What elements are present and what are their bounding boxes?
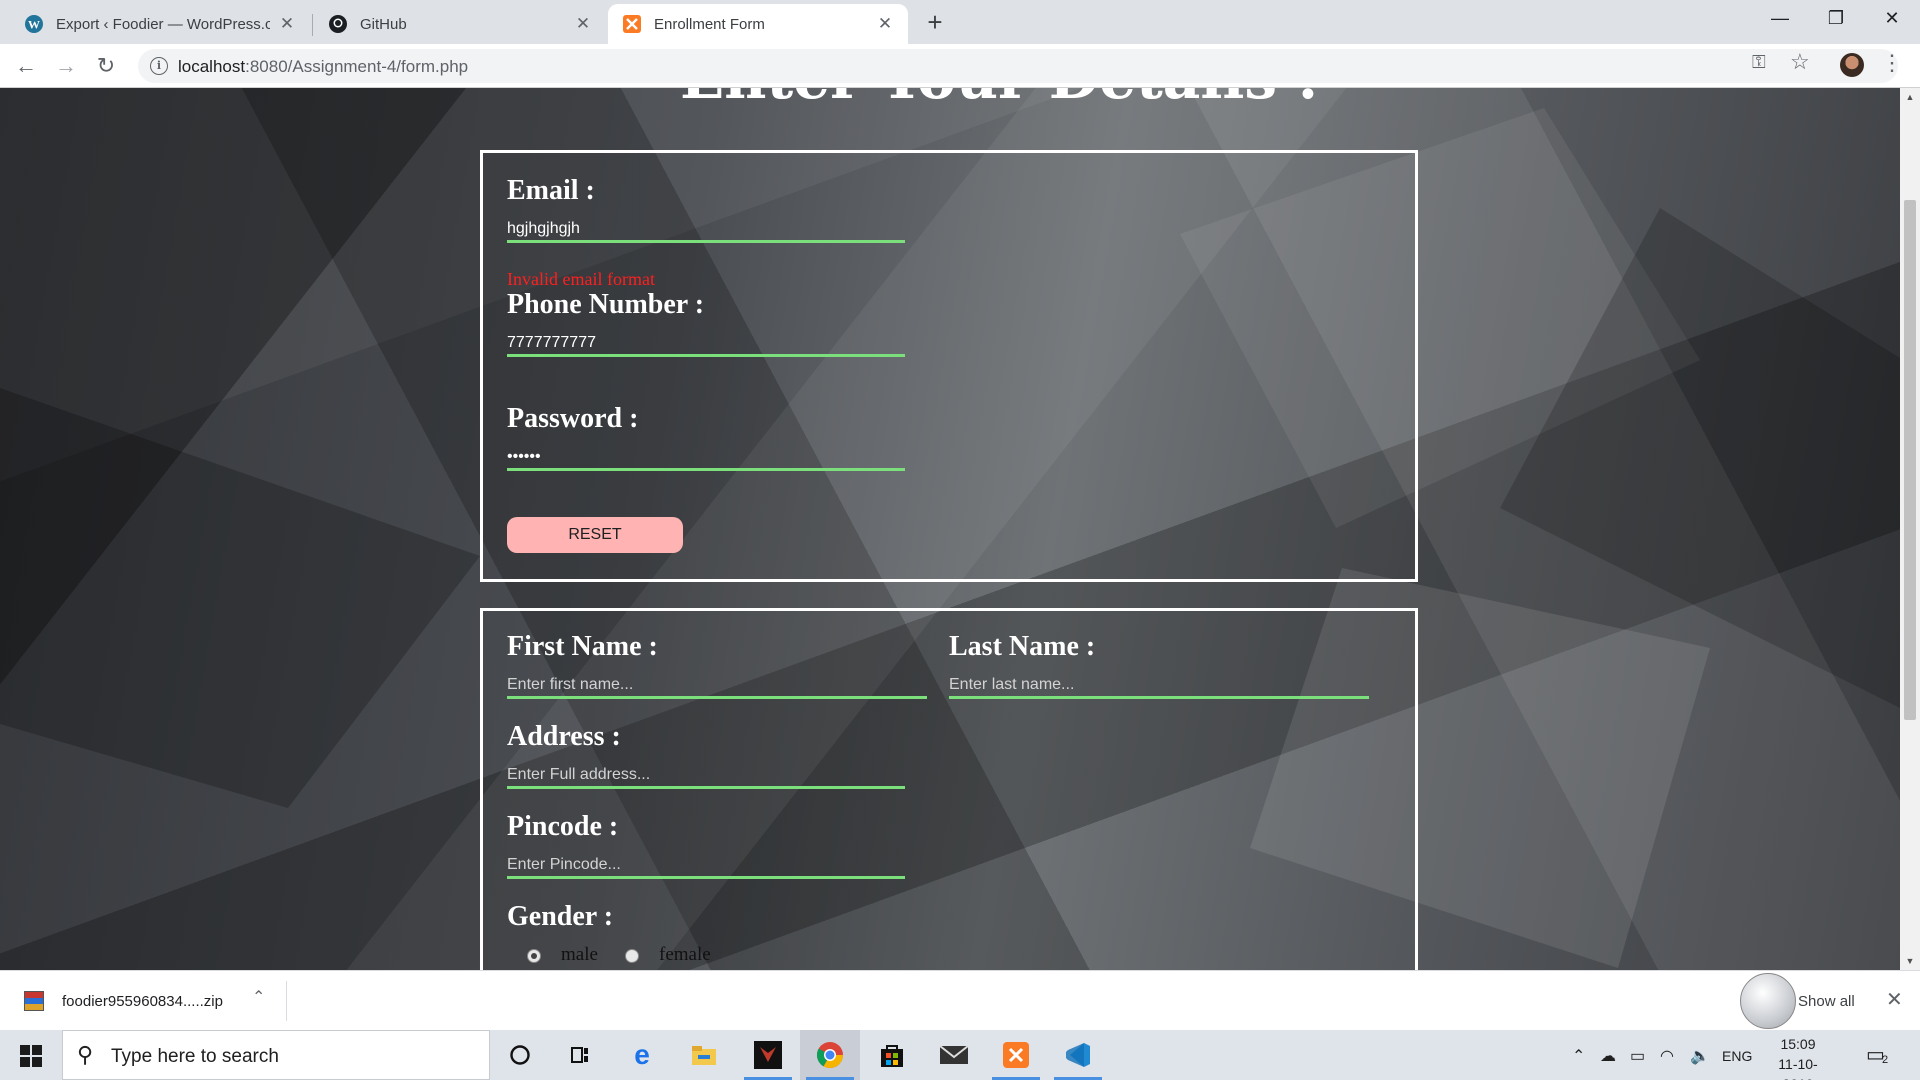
tab-title: Export ‹ Foodier — WordPress.com [56, 15, 270, 33]
svg-text:W: W [28, 18, 40, 32]
phone-label: Phone Number : [507, 289, 705, 320]
page-heading: Enter Your Details : [680, 88, 1319, 112]
github-icon [328, 14, 348, 34]
xampp-icon [622, 14, 642, 34]
cortana-icon[interactable] [490, 1030, 550, 1080]
svg-text:e: e [634, 1041, 650, 1069]
system-clock[interactable]: 15:09 11-10-2019 [1768, 1034, 1828, 1080]
background-facet [0, 388, 480, 808]
site-info-icon[interactable]: i [150, 57, 168, 75]
new-tab-icon[interactable]: + [920, 8, 950, 38]
file-explorer-icon[interactable] [674, 1030, 734, 1080]
tab-strip: W Export ‹ Foodier — WordPress.com ✕ Git… [0, 0, 1920, 44]
xampp-icon[interactable] [986, 1030, 1046, 1080]
tab-separator [312, 14, 313, 36]
shelf-divider [286, 981, 287, 1021]
close-window-icon[interactable]: ✕ [1864, 0, 1920, 36]
tab-title: GitHub [360, 15, 407, 33]
close-tab-icon[interactable]: ✕ [876, 14, 894, 34]
store-icon[interactable] [862, 1030, 922, 1080]
search-icon: ⚲ [77, 1042, 94, 1067]
gender-label: Gender : [507, 901, 614, 932]
show-hidden-icons-icon[interactable]: ⌃ [1572, 1046, 1585, 1066]
windows-taskbar: ⚲ Type here to search e ⌃ ☁ ▭ ◠ 🔈 ENG 15… [0, 1030, 1920, 1080]
scrollbar-thumb[interactable] [1904, 200, 1916, 720]
mail-icon[interactable] [924, 1030, 984, 1080]
chrome-icon[interactable] [800, 1030, 860, 1080]
tab-wordpress-export[interactable]: W Export ‹ Foodier — WordPress.com ✕ [10, 4, 310, 44]
volume-icon[interactable]: 🔈 [1690, 1046, 1710, 1066]
last-name-label: Last Name : [949, 631, 1096, 662]
back-icon[interactable]: ← [10, 50, 42, 82]
pincode-label: Pincode : [507, 811, 619, 842]
email-field[interactable] [507, 217, 905, 243]
scroll-up-icon[interactable]: ▲ [1904, 92, 1916, 102]
page-viewport: Enter Your Details : Email : Invalid ema… [0, 88, 1900, 970]
wifi-icon[interactable]: ◠ [1660, 1046, 1674, 1066]
browser-toolbar: ← → ↻ i localhost:8080/Assignment-4/form… [0, 44, 1920, 88]
zip-file-icon [24, 991, 44, 1011]
details-section: First Name : Last Name : Address : Pinco… [480, 608, 1418, 970]
close-shelf-icon[interactable]: ✕ [1886, 987, 1903, 1012]
tab-github[interactable]: GitHub ✕ [314, 4, 606, 44]
phone-field[interactable] [507, 331, 905, 357]
reset-button[interactable]: RESET [507, 517, 683, 553]
address-label: Address : [507, 721, 621, 752]
wordpress-icon: W [24, 14, 44, 34]
password-label: Password : [507, 403, 639, 434]
chevron-up-icon[interactable]: ⌃ [252, 987, 265, 1007]
download-shelf: foodier955960834.....zip ⌃ Show all ✕ [0, 970, 1920, 1030]
email-error-message: Invalid email format [507, 269, 655, 289]
profile-avatar[interactable] [1840, 53, 1864, 77]
pincode-field[interactable] [507, 853, 905, 879]
battery-icon[interactable]: ▭ [1630, 1046, 1645, 1066]
gender-male-radio[interactable] [527, 949, 541, 963]
gender-female-label: female [659, 944, 711, 965]
address-field[interactable] [507, 763, 905, 789]
tab-title: Enrollment Form [654, 15, 765, 33]
clock-date: 11-10-2019 [1778, 1056, 1818, 1080]
taskbar-search-placeholder: Type here to search [111, 1046, 279, 1067]
restore-icon[interactable]: ❐ [1808, 0, 1864, 36]
page-scrollbar[interactable]: ▲ ▼ [1900, 88, 1920, 970]
password-field[interactable] [507, 445, 905, 471]
show-all-button[interactable]: Show all [1798, 993, 1855, 1010]
tab-enrollment-form[interactable]: Enrollment Form ✕ [608, 4, 908, 44]
vscode-icon[interactable] [1048, 1030, 1108, 1080]
reload-icon[interactable]: ↻ [90, 50, 122, 82]
password-key-icon[interactable]: ⚿ [1752, 52, 1766, 73]
download-item-name[interactable]: foodier955960834.....zip [62, 993, 223, 1010]
forward-icon[interactable]: → [50, 50, 82, 82]
task-view-icon[interactable] [550, 1030, 610, 1080]
clock-time: 15:09 [1780, 1036, 1816, 1052]
browser-menu-icon[interactable]: ⋮ [1880, 50, 1904, 76]
bookmark-star-icon[interactable]: ☆ [1790, 49, 1810, 75]
taskbar-search[interactable]: ⚲ Type here to search [62, 1030, 490, 1080]
predator-icon[interactable] [738, 1030, 798, 1080]
windows-start-icon[interactable] [20, 1045, 42, 1067]
globe-icon [1740, 973, 1796, 1029]
notification-count-badge: 2 [1882, 1054, 1889, 1066]
contact-section: Email : Invalid email format Phone Numbe… [480, 150, 1418, 582]
close-tab-icon[interactable]: ✕ [278, 14, 296, 34]
first-name-field[interactable] [507, 673, 927, 699]
network-status-icon[interactable]: ☁ [1600, 1046, 1616, 1066]
minimize-icon[interactable]: — [1752, 0, 1808, 36]
first-name-label: First Name : [507, 631, 658, 662]
address-bar[interactable]: i localhost:8080/Assignment-4/form.php [138, 49, 1898, 83]
url-text[interactable]: localhost:8080/Assignment-4/form.php [178, 57, 468, 77]
scroll-down-icon[interactable]: ▼ [1904, 956, 1916, 966]
email-label: Email : [507, 175, 595, 206]
last-name-field[interactable] [949, 673, 1369, 699]
gender-male-label: male [561, 944, 598, 965]
language-indicator[interactable]: ENG [1722, 1048, 1752, 1064]
gender-female-radio[interactable] [625, 949, 639, 963]
close-tab-icon[interactable]: ✕ [574, 14, 592, 34]
edge-icon[interactable]: e [612, 1030, 672, 1080]
